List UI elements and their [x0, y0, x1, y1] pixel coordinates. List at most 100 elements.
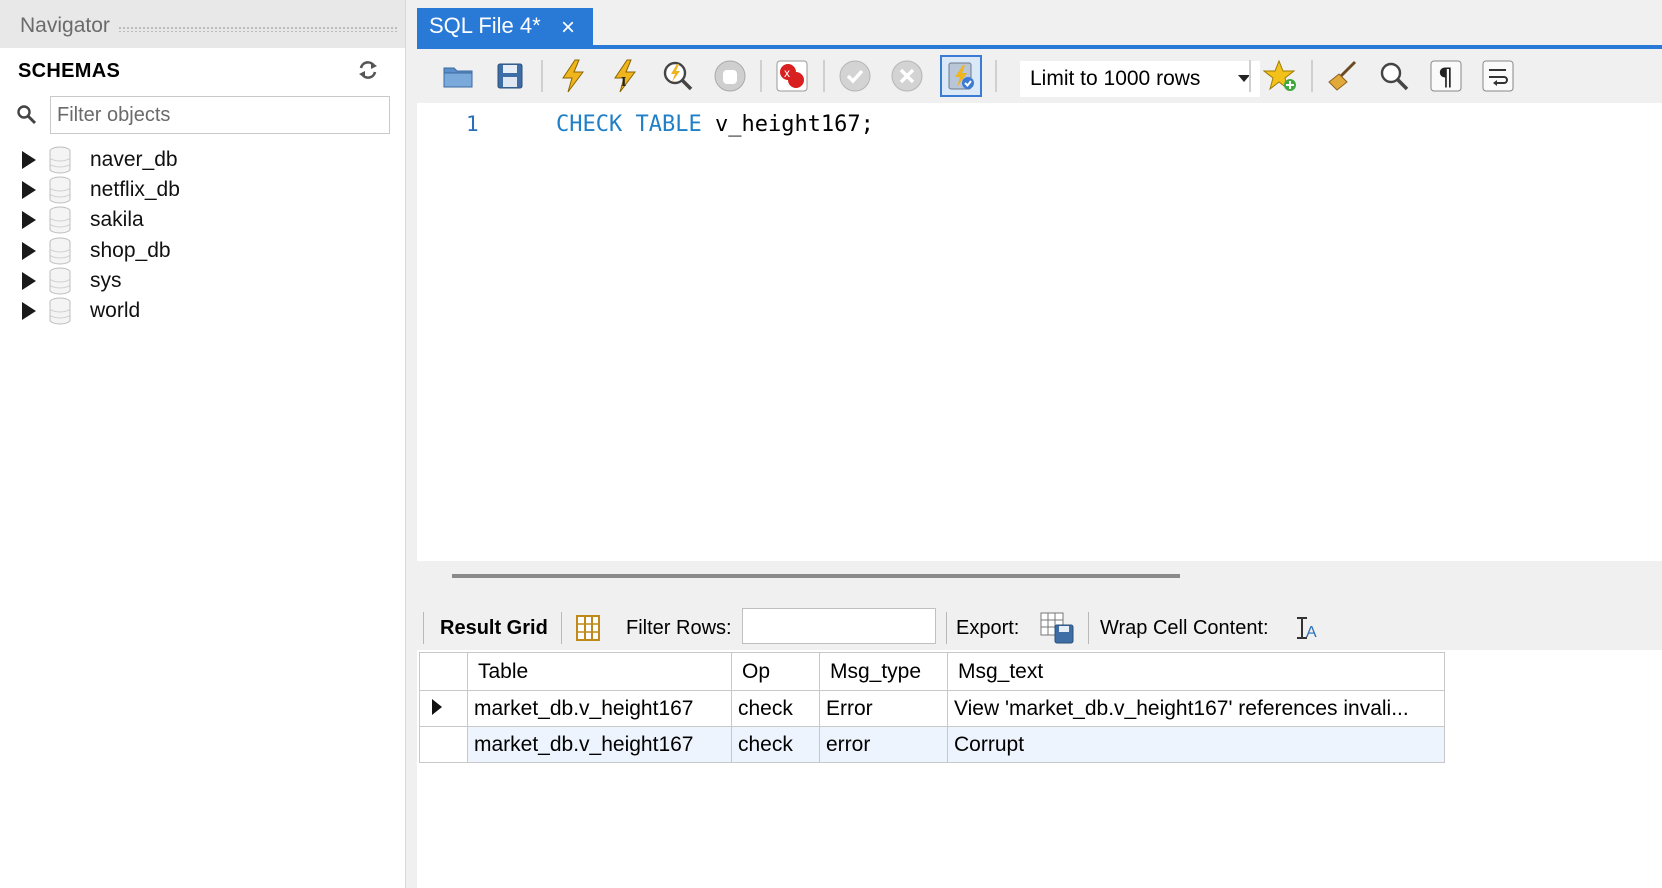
svg-text:x: x: [784, 66, 790, 80]
column-header-msg-text[interactable]: Msg_text: [947, 652, 1445, 691]
filter-objects-input[interactable]: [50, 96, 390, 134]
result-grid[interactable]: Table Op Msg_type Msg_text market_db.v_h…: [419, 652, 1445, 763]
row-indicator[interactable]: [419, 726, 468, 763]
cell-msg-type[interactable]: error: [819, 726, 948, 763]
schemas-label: SCHEMAS: [18, 60, 121, 82]
toggle-error-icon[interactable]: x: [774, 58, 810, 94]
cell-msg-text[interactable]: View 'market_db.v_height167' references …: [947, 690, 1445, 727]
schema-name: sakila: [90, 208, 144, 231]
export-icon[interactable]: [1039, 611, 1075, 645]
cell-table[interactable]: market_db.v_height167: [467, 690, 732, 727]
table-row[interactable]: market_db.v_height167 check Error View '…: [419, 690, 1445, 727]
tab-label: SQL File 4*: [429, 13, 541, 38]
schema-name: naver_db: [90, 148, 178, 171]
horizontal-scrollbar[interactable]: [452, 574, 1180, 578]
filter-rows-label: Filter Rows:: [626, 617, 732, 639]
execute-lightning-icon[interactable]: [555, 58, 591, 94]
database-icon: [49, 206, 71, 234]
sql-identifier: v_height167;: [714, 112, 874, 137]
explain-icon[interactable]: [659, 58, 695, 94]
find-magnifier-icon[interactable]: [1376, 58, 1412, 94]
cell-table[interactable]: market_db.v_height167: [467, 726, 732, 763]
invisible-chars-pilcrow-icon[interactable]: ¶: [1428, 58, 1464, 94]
expand-arrow-icon[interactable]: [22, 181, 36, 199]
database-icon: [49, 176, 71, 204]
result-grid-label[interactable]: Result Grid: [440, 617, 548, 640]
toolbar-separator: [1311, 60, 1313, 92]
search-icon: [17, 105, 37, 125]
column-header-op[interactable]: Op: [731, 652, 820, 691]
toolbar-separator: [423, 612, 424, 644]
stop-icon[interactable]: [712, 58, 748, 94]
toolbar-separator: [946, 612, 947, 644]
schema-item-world[interactable]: world: [16, 296, 396, 326]
schema-item-naver-db[interactable]: naver_db: [16, 145, 396, 175]
navigator-header: Navigator: [0, 0, 405, 48]
toolbar-separator: [760, 60, 762, 92]
row-indicator[interactable]: [419, 690, 468, 727]
sql-keyword-check: CHECK: [556, 112, 623, 137]
database-icon: [49, 237, 71, 265]
execute-current-statement-icon[interactable]: I: [607, 58, 643, 94]
wrap-cell-icon[interactable]: A: [1293, 614, 1319, 642]
close-icon[interactable]: ×: [561, 14, 575, 42]
cell-op[interactable]: check: [731, 690, 820, 727]
column-header-table[interactable]: Table: [467, 652, 732, 691]
schema-item-netflix-db[interactable]: netflix_db: [16, 175, 396, 205]
open-folder-icon[interactable]: [440, 58, 476, 94]
schema-item-shop-db[interactable]: shop_db: [16, 236, 396, 266]
database-icon: [49, 297, 71, 325]
table-row[interactable]: market_db.v_height167 check error Corrup…: [419, 726, 1445, 763]
tab-strip: [417, 0, 1662, 48]
schema-item-sakila[interactable]: sakila: [16, 205, 396, 235]
schema-item-sys[interactable]: sys: [16, 266, 396, 296]
column-header-msg-type[interactable]: Msg_type: [819, 652, 948, 691]
beautify-broom-icon[interactable]: [1325, 58, 1361, 94]
schema-name: shop_db: [90, 239, 171, 262]
add-snippet-star-icon[interactable]: [1263, 58, 1299, 94]
line-number: 1: [466, 112, 479, 136]
tab-sql-file-4[interactable]: SQL File 4* ×: [417, 8, 593, 48]
save-icon[interactable]: [492, 58, 528, 94]
commit-check-icon[interactable]: [837, 58, 873, 94]
cell-msg-text[interactable]: Corrupt: [947, 726, 1445, 763]
toolbar-separator: [1088, 612, 1089, 644]
refresh-icon[interactable]: [356, 58, 380, 82]
autocommit-toggle-icon[interactable]: [940, 55, 982, 97]
filter-rows-input[interactable]: [742, 608, 936, 644]
toolbar-separator: [1249, 60, 1251, 92]
rollback-x-icon[interactable]: [889, 58, 925, 94]
wrap-lines-icon[interactable]: [1480, 58, 1516, 94]
row-indicator-header: [419, 652, 468, 691]
grid-header-row: Table Op Msg_type Msg_text: [419, 652, 1445, 691]
sql-editor[interactable]: [417, 103, 1662, 561]
navigator-title: Navigator: [20, 14, 110, 37]
expand-arrow-icon[interactable]: [22, 272, 36, 290]
navigator-panel: Navigator SCHEMAS naver_db netflix_db: [0, 0, 406, 888]
export-label: Export:: [956, 617, 1020, 639]
toolbar-separator: [995, 60, 997, 92]
expand-arrow-icon[interactable]: [22, 242, 36, 260]
code-line[interactable]: CHECK TABLE v_height167;: [556, 112, 874, 137]
database-icon: [49, 146, 71, 174]
expand-arrow-icon[interactable]: [22, 211, 36, 229]
svg-text:A: A: [1306, 624, 1317, 641]
current-row-arrow-icon: [432, 698, 442, 715]
limit-rows-select[interactable]: Limit to 1000 rows: [1020, 61, 1260, 97]
svg-text:I: I: [621, 75, 626, 90]
sql-keyword-table: TABLE: [635, 112, 702, 137]
toolbar-separator: [541, 60, 543, 92]
cell-msg-type[interactable]: Error: [819, 690, 948, 727]
grid-view-icon[interactable]: [575, 614, 601, 642]
toolbar-separator: [823, 60, 825, 92]
schema-name: netflix_db: [90, 178, 180, 201]
navigator-drag-handle[interactable]: [118, 26, 398, 32]
schema-name: sys: [90, 269, 122, 292]
expand-arrow-icon[interactable]: [22, 302, 36, 320]
expand-arrow-icon[interactable]: [22, 151, 36, 169]
schema-name: world: [90, 299, 141, 322]
database-icon: [49, 267, 71, 295]
toolbar-separator: [561, 612, 562, 644]
cell-op[interactable]: check: [731, 726, 820, 763]
svg-text:¶: ¶: [1438, 63, 1453, 91]
